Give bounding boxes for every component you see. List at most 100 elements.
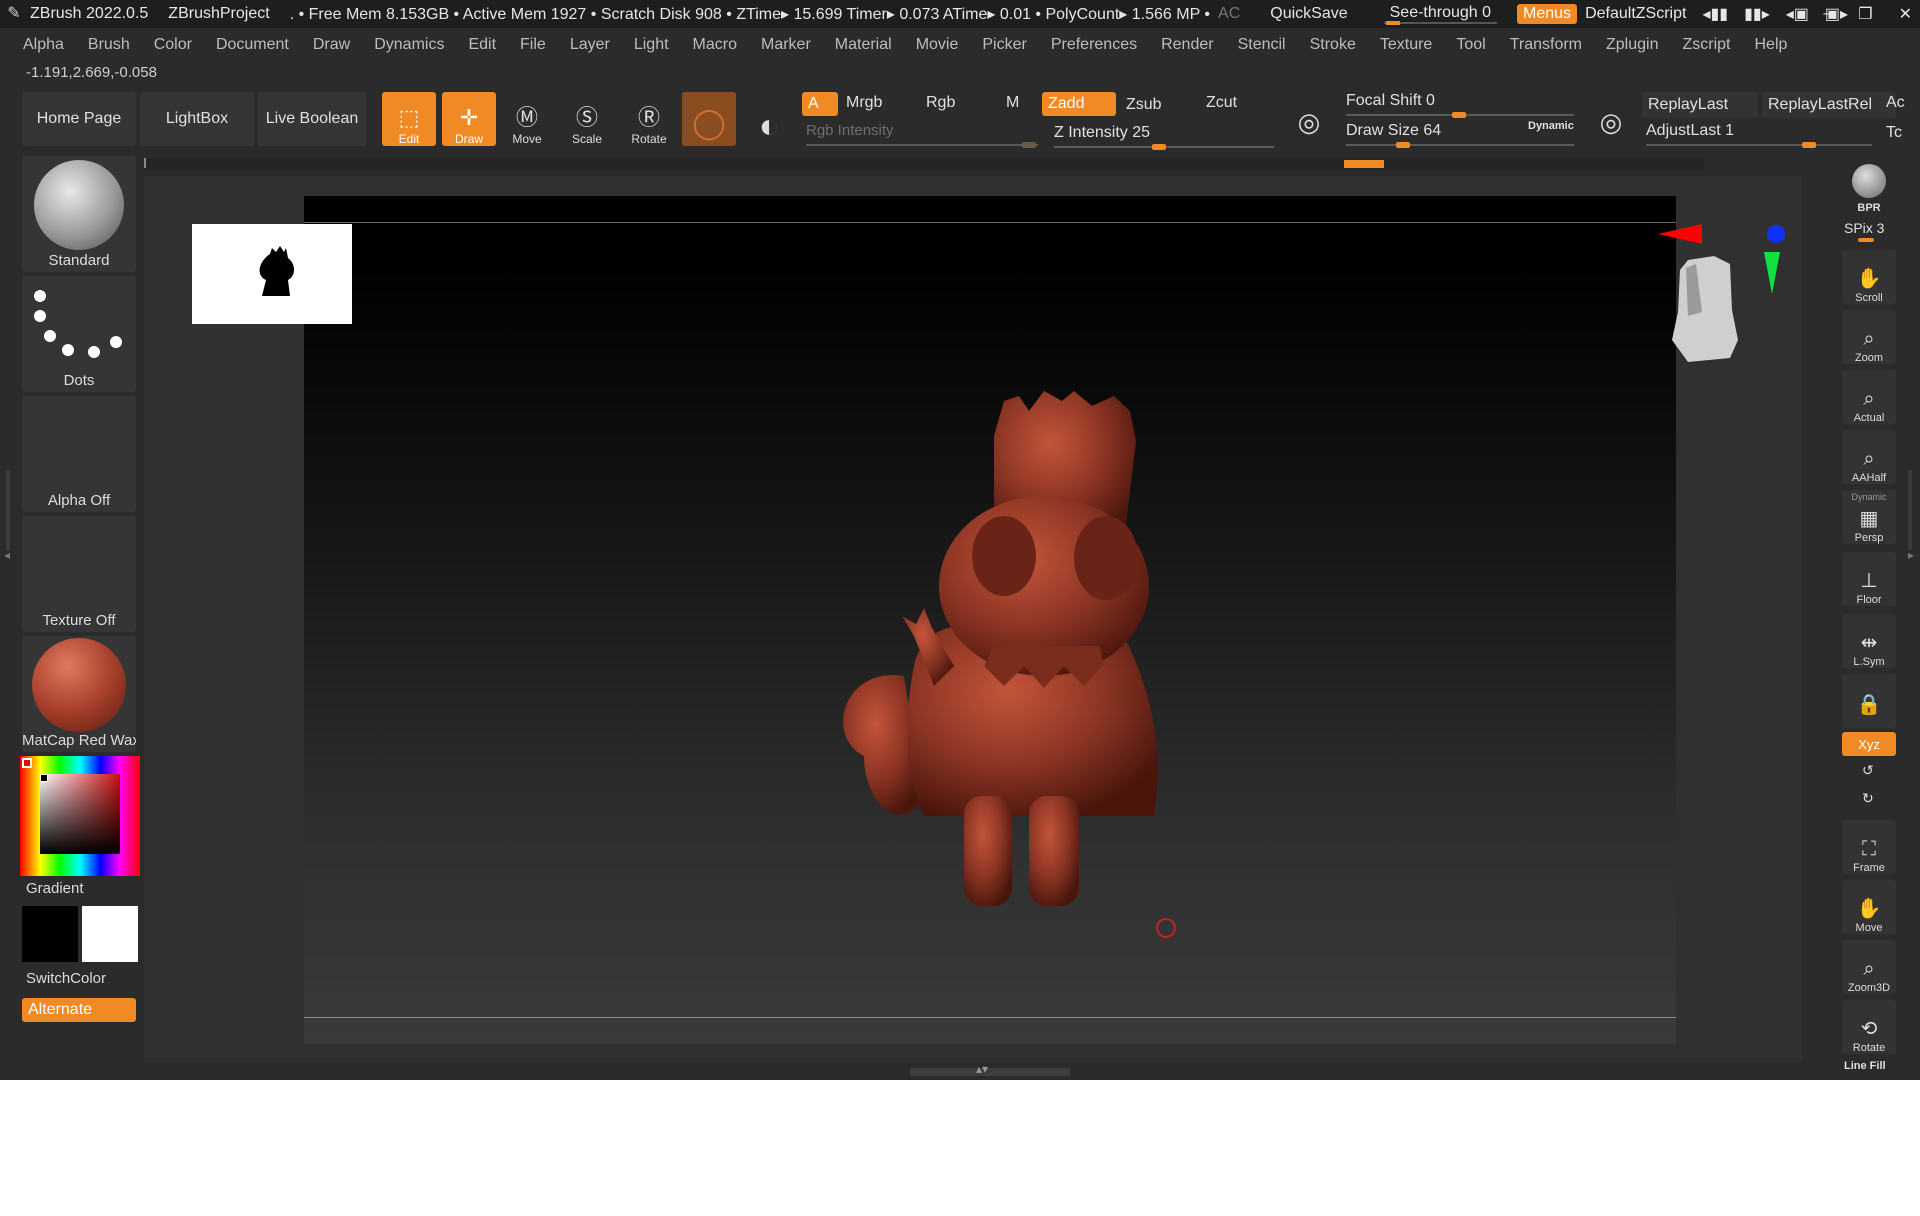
menu-file[interactable]: File [520, 36, 546, 54]
floor-button[interactable]: ⊥ Floor [1842, 552, 1896, 606]
navigation-thumbnail[interactable] [192, 224, 352, 324]
a-toggle[interactable]: A [802, 92, 838, 116]
draw-size-slider[interactable]: Draw Size 64 [1346, 122, 1441, 140]
scale-mode-button[interactable]: Ⓢ Scale [560, 92, 614, 147]
aahalf-button[interactable]: ⌕ AAHalf [1842, 430, 1896, 484]
material-selector[interactable]: MatCap Red Wax [22, 636, 136, 752]
color-saturation-square[interactable] [40, 774, 120, 854]
menu-color[interactable]: Color [154, 36, 192, 54]
crown-creature-model[interactable] [304, 196, 1676, 1044]
stroke-selector[interactable]: Dots [22, 276, 136, 392]
rgb-intensity-knob[interactable] [1022, 142, 1036, 148]
scroll-button[interactable]: ✋ Scroll [1842, 250, 1896, 304]
menu-help[interactable]: Help [1754, 36, 1787, 54]
z-intensity-knob[interactable] [1152, 144, 1166, 150]
move-view-button[interactable]: ✋ Move [1842, 880, 1896, 934]
persp-button[interactable]: Dynamic ▦ Persp [1842, 490, 1896, 544]
viewport-canvas[interactable] [304, 196, 1676, 1044]
bottom-tray-arrow-icon[interactable]: ▴▾ [976, 1062, 988, 1076]
alternate-button[interactable]: Alternate [22, 998, 136, 1022]
right-tray-arrow-icon[interactable]: ▸ [1908, 548, 1914, 562]
lazy-mouse-d-button[interactable]: ◎ [1584, 92, 1638, 146]
menu-brush[interactable]: Brush [88, 36, 130, 54]
menu-dynamics[interactable]: Dynamics [374, 36, 444, 54]
menu-edit[interactable]: Edit [468, 36, 496, 54]
close-icon[interactable]: ✕ [1899, 4, 1912, 24]
menu-zscript[interactable]: Zscript [1682, 36, 1730, 54]
menu-marker[interactable]: Marker [761, 36, 811, 54]
rotate-z-icon[interactable]: ↻ [1862, 790, 1874, 807]
spix-slider[interactable]: SPix 3 [1844, 220, 1884, 236]
dynamic-toggle[interactable]: Dynamic [1528, 120, 1574, 132]
orientation-gizmo[interactable] [1658, 220, 1798, 380]
rotate-y-icon[interactable]: ↺ [1862, 762, 1874, 779]
rgb-button[interactable]: Rgb [926, 94, 955, 112]
menu-document[interactable]: Document [216, 36, 289, 54]
color-marker[interactable] [40, 774, 48, 782]
quicksave-button[interactable]: QuickSave [1270, 5, 1347, 23]
restore-icon[interactable]: ❐ [1858, 4, 1872, 24]
draw-size-knob[interactable] [1396, 142, 1410, 148]
default-zscript-button[interactable]: DefaultZScript [1585, 5, 1686, 23]
rgb-intensity-slider[interactable]: Rgb Intensity [806, 122, 894, 139]
actual-button[interactable]: ⌕ Actual [1842, 370, 1896, 424]
left-tray-handle[interactable] [6, 470, 10, 550]
zsub-button[interactable]: Zsub [1126, 96, 1162, 114]
menu-preferences[interactable]: Preferences [1051, 36, 1137, 54]
menus-button[interactable]: Menus [1517, 4, 1578, 24]
lightbox-button[interactable]: LightBox [140, 92, 254, 146]
panel-toggle-2-icon[interactable]: ▮▮▸ [1744, 4, 1770, 24]
menu-picker[interactable]: Picker [982, 36, 1026, 54]
line-fill-button[interactable]: Line Fill [1844, 1060, 1886, 1072]
adjust-last-slider[interactable]: AdjustLast 1 [1646, 122, 1734, 140]
menu-macro[interactable]: Macro [693, 36, 737, 54]
lock-button[interactable]: 🔒 [1842, 674, 1896, 728]
m-button[interactable]: M [1006, 94, 1019, 112]
xyz-button[interactable]: Xyz [1842, 732, 1896, 756]
menu-texture[interactable]: Texture [1380, 36, 1432, 54]
ac-cut-button[interactable]: Ac [1886, 94, 1905, 112]
z-intensity-slider[interactable]: Z Intensity 25 [1054, 124, 1150, 142]
texture-selector[interactable]: Texture Off [22, 516, 136, 632]
menu-draw[interactable]: Draw [313, 36, 350, 54]
bottom-tray-handle[interactable] [910, 1068, 1070, 1076]
timeline-strip[interactable] [144, 158, 1704, 170]
menu-render[interactable]: Render [1161, 36, 1213, 54]
layout-icon[interactable]: ◂▣ [1786, 4, 1809, 24]
menu-movie[interactable]: Movie [916, 36, 959, 54]
menu-tool[interactable]: Tool [1456, 36, 1485, 54]
hue-marker[interactable] [22, 758, 32, 768]
frame-button[interactable]: ⛶ Frame [1842, 820, 1896, 874]
zoom-button[interactable]: ⌕ Zoom [1842, 310, 1896, 364]
draw-mode-button[interactable]: ✛ Draw [442, 92, 496, 146]
minimize-icon[interactable]: – [1823, 5, 1832, 23]
main-color-swatch[interactable] [22, 906, 78, 962]
replay-last-button[interactable]: ReplayLast [1642, 92, 1758, 118]
panel-toggle-icon[interactable]: ◂▮▮ [1702, 4, 1728, 24]
lazy-mouse-s-button[interactable]: ◎ [1282, 92, 1336, 146]
menu-alpha[interactable]: Alpha [23, 36, 64, 54]
menu-zplugin[interactable]: Zplugin [1606, 36, 1658, 54]
focal-shift-knob[interactable] [1452, 112, 1466, 118]
menu-transform[interactable]: Transform [1510, 36, 1582, 54]
adjust-last-knob[interactable] [1802, 142, 1816, 148]
zcut-button[interactable]: Zcut [1206, 94, 1237, 112]
rotate-mode-button[interactable]: Ⓡ Rotate [622, 92, 676, 147]
lsym-button[interactable]: ⇹ L.Sym [1842, 614, 1896, 668]
mrgb-button[interactable]: Mrgb [846, 94, 882, 112]
menu-layer[interactable]: Layer [570, 36, 610, 54]
zoom3d-button[interactable]: ⌕ Zoom3D [1842, 940, 1896, 994]
bpr-button[interactable]: BPR [1842, 160, 1896, 214]
replay-last-rel-button[interactable]: ReplayLastRel [1762, 92, 1896, 118]
focal-shift-slider[interactable]: Focal Shift 0 [1346, 92, 1435, 110]
right-tray-handle[interactable] [1908, 470, 1912, 550]
alpha-selector[interactable]: Alpha Off [22, 396, 136, 512]
timeline-marker[interactable] [1344, 160, 1384, 168]
spix-knob[interactable] [1858, 238, 1874, 242]
menu-light[interactable]: Light [634, 36, 669, 54]
secondary-color-swatch[interactable] [82, 906, 138, 962]
menu-stroke[interactable]: Stroke [1310, 36, 1356, 54]
material-sphere-button[interactable]: ◯ [682, 92, 736, 146]
see-through-slider[interactable]: See-through 0 [1383, 4, 1498, 25]
tc-cut-button[interactable]: Tc [1886, 124, 1902, 142]
